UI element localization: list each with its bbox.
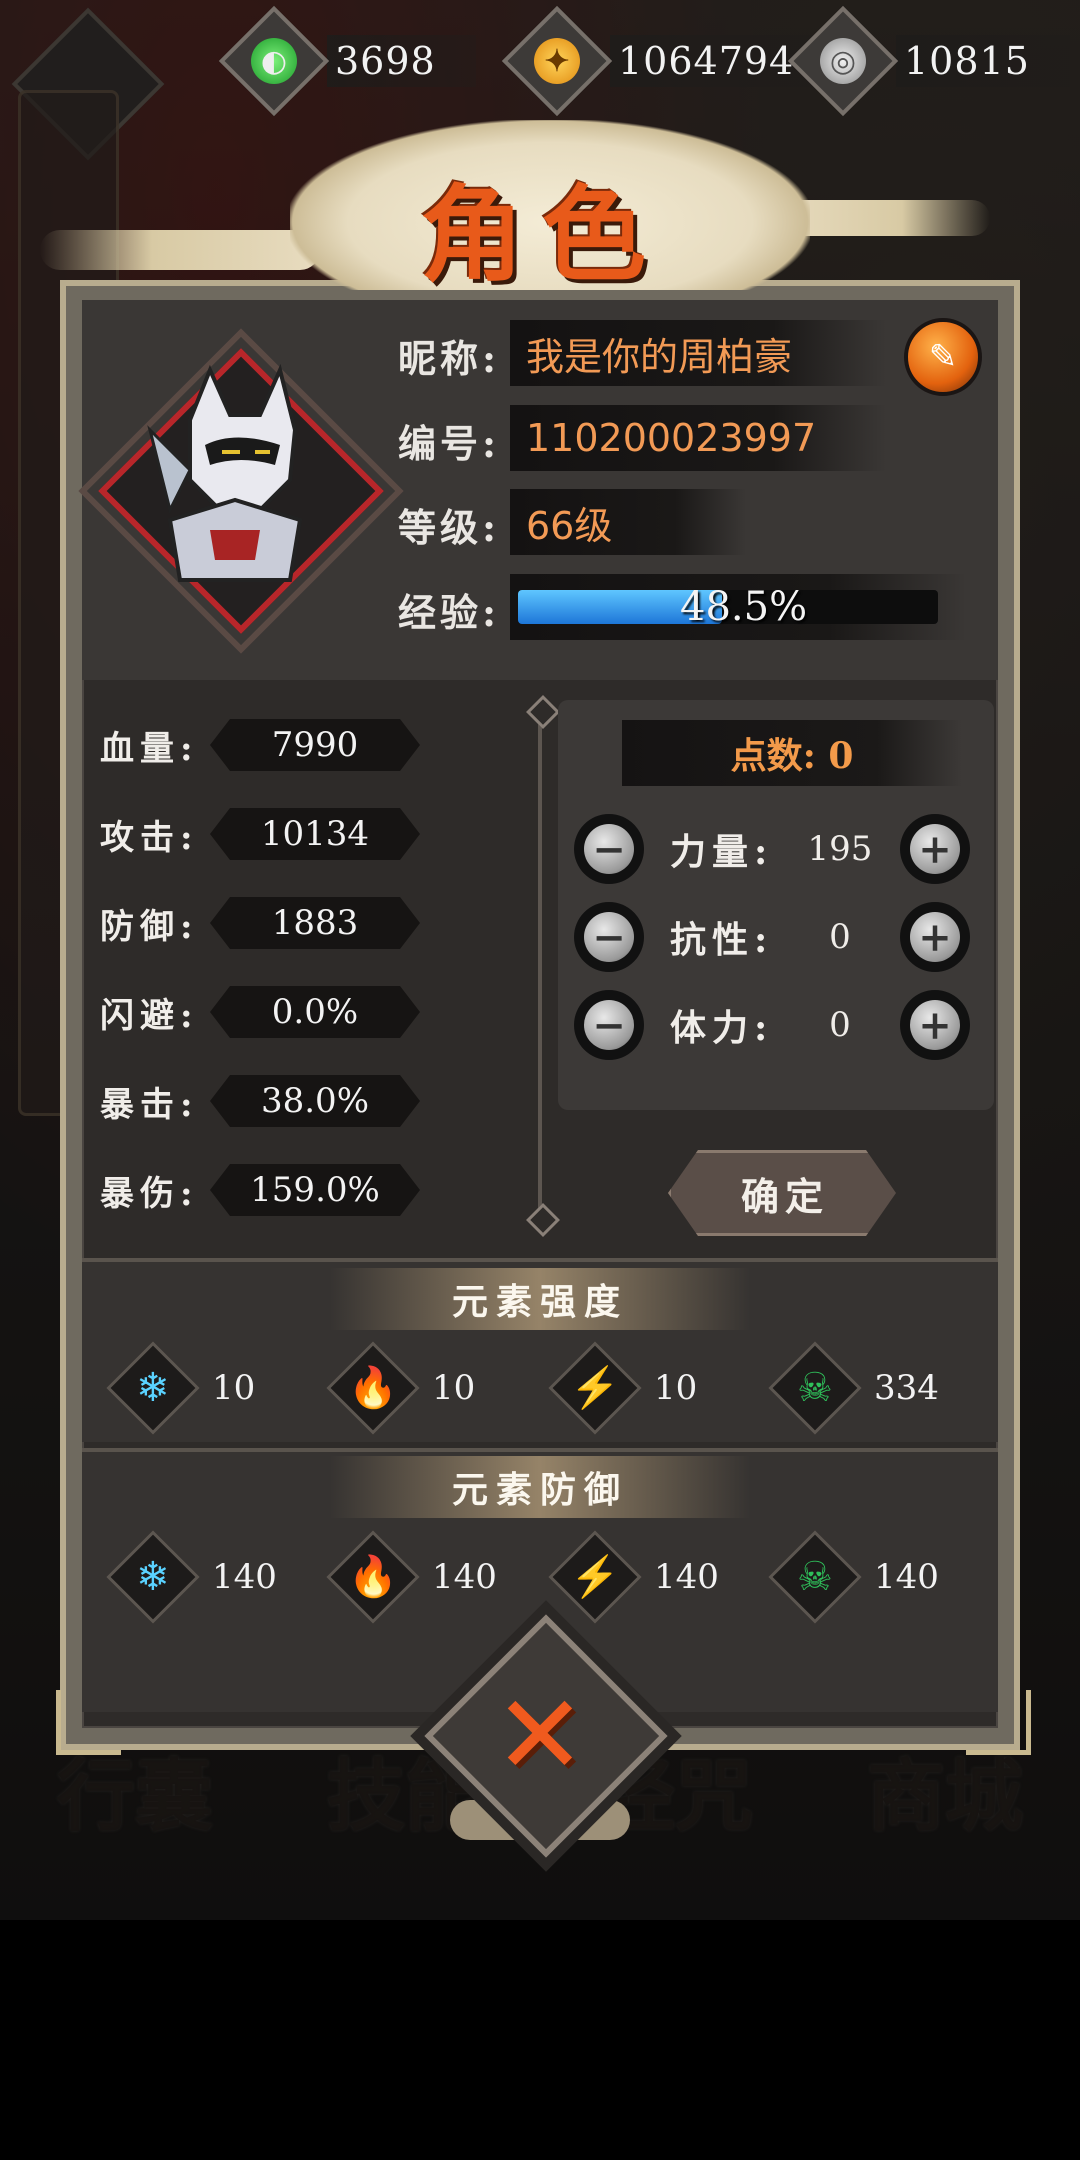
element-value: 334 <box>874 1368 939 1408</box>
decrease-stamina-button[interactable]: − <box>574 990 644 1060</box>
attr-row-resistance: − 抗性: 0 + <box>574 900 984 974</box>
elem-defense-lightning: ⚡ 140 <box>548 1530 719 1624</box>
stat-row-crit-damage: 暴伤: 159.0% <box>100 1163 420 1217</box>
plus-icon: + <box>910 824 960 874</box>
level-label: 等级: <box>398 505 501 550</box>
attr-value: 195 <box>807 829 873 869</box>
stat-label: 暴伤: <box>100 1173 199 1214</box>
stat-value: 7990 <box>210 719 420 771</box>
increase-resistance-button[interactable]: + <box>900 902 970 972</box>
snowflake-icon: ❄ <box>136 1364 170 1411</box>
increase-stamina-button[interactable]: + <box>900 990 970 1060</box>
fire-icon: 🔥 <box>348 1554 398 1600</box>
player-id: 110200023997 <box>510 405 886 471</box>
brush-icon: ✎ <box>928 337 958 377</box>
stat-label: 闪避: <box>100 995 199 1036</box>
currency-silver: ◎ 10815 <box>787 5 1070 117</box>
elem-strength-poison: ☠ 334 <box>768 1341 939 1435</box>
attr-name: 抗性: <box>670 919 774 961</box>
element-value: 140 <box>654 1557 719 1597</box>
stat-row-hp: 血量: 7990 <box>100 718 420 772</box>
snowflake-icon: ❄ <box>136 1553 170 1600</box>
elem-strength-fire: 🔥 10 <box>326 1341 476 1435</box>
stat-row-crit: 暴击: 38.0% <box>100 1074 420 1128</box>
element-defense-title: 元素防御 <box>330 1456 750 1518</box>
stats-scrollbar[interactable] <box>538 700 542 1225</box>
minus-icon: − <box>584 912 634 962</box>
player-level: 66级 <box>510 489 746 555</box>
edit-nickname-button[interactable]: ✎ <box>904 318 982 396</box>
green-flame-icon: ◐ <box>251 38 297 84</box>
elem-strength-lightning: ⚡ 10 <box>548 1341 698 1435</box>
plus-icon: + <box>910 1000 960 1050</box>
minus-icon: − <box>584 1000 634 1050</box>
attr-value: 0 <box>829 1005 851 1045</box>
avatar[interactable] <box>130 360 340 610</box>
currency-jade: ◐ 3698 <box>218 5 476 117</box>
stat-value: 159.0% <box>210 1164 420 1216</box>
element-value: 140 <box>432 1557 497 1597</box>
stat-value: 1883 <box>210 897 420 949</box>
stat-row-defense: 防御: 1883 <box>100 896 420 950</box>
stat-row-dodge: 闪避: 0.0% <box>100 985 420 1039</box>
elem-defense-ice: ❄ 140 <box>106 1530 277 1624</box>
decrease-strength-button[interactable]: − <box>574 814 644 884</box>
cloud-ornament <box>40 230 320 270</box>
stat-row-attack: 攻击: 10134 <box>100 807 420 861</box>
attr-value: 0 <box>829 917 851 957</box>
stat-label: 防御: <box>100 906 199 947</box>
decrease-resistance-button[interactable]: − <box>574 902 644 972</box>
stats-list[interactable]: 血量: 7990 攻击: 10134 防御: 1883 闪避: 0.0% 暴击:… <box>82 688 532 1258</box>
currency-silver-value: 10815 <box>896 35 1070 87</box>
available-points: 点数: 0 <box>622 720 962 786</box>
stat-label: 血量: <box>100 728 199 769</box>
exp-percent: 48.5% <box>680 584 808 630</box>
attr-row-strength: − 力量: 195 + <box>574 812 984 886</box>
close-icon[interactable]: ✕ <box>490 1671 590 1799</box>
stat-label: 暴击: <box>100 1084 199 1125</box>
element-value: 10 <box>432 1368 476 1408</box>
gold-coin-icon: ✦ <box>534 38 580 84</box>
elem-defense-poison: ☠ 140 <box>768 1530 939 1624</box>
exp-label: 经验: <box>398 590 501 635</box>
elem-defense-fire: 🔥 140 <box>326 1530 497 1624</box>
currency-jade-value: 3698 <box>327 35 476 87</box>
plus-icon: + <box>910 912 960 962</box>
lightning-icon: ⚡ <box>570 1365 620 1411</box>
poison-skull-icon: ☠ <box>797 1364 833 1411</box>
nickname-label: 昵称: <box>398 336 501 381</box>
element-value: 140 <box>212 1557 277 1597</box>
element-value: 140 <box>874 1557 939 1597</box>
element-value: 10 <box>654 1368 698 1408</box>
minus-icon: − <box>584 824 634 874</box>
element-strength-title: 元素强度 <box>330 1268 750 1330</box>
confirm-button[interactable]: 确定 <box>668 1150 896 1236</box>
id-label: 编号: <box>398 421 501 466</box>
increase-strength-button[interactable]: + <box>900 814 970 884</box>
lightning-icon: ⚡ <box>570 1554 620 1600</box>
currency-gold: ✦ 1064794 <box>501 5 835 117</box>
stat-value: 10134 <box>210 808 420 860</box>
stat-value: 0.0% <box>210 986 420 1038</box>
element-value: 10 <box>212 1368 256 1408</box>
attr-name: 体力: <box>670 1007 774 1049</box>
attr-row-stamina: − 体力: 0 + <box>574 988 984 1062</box>
page-title: 角色 <box>420 173 665 296</box>
stat-value: 38.0% <box>210 1075 420 1127</box>
stat-label: 攻击: <box>100 817 199 858</box>
fire-icon: 🔥 <box>348 1365 398 1411</box>
elem-strength-ice: ❄ 10 <box>106 1341 256 1435</box>
silver-coin-icon: ◎ <box>820 38 866 84</box>
nickname-field: 我是你的周柏豪 <box>510 320 886 386</box>
attr-name: 力量: <box>670 831 774 873</box>
poison-skull-icon: ☠ <box>797 1553 833 1600</box>
